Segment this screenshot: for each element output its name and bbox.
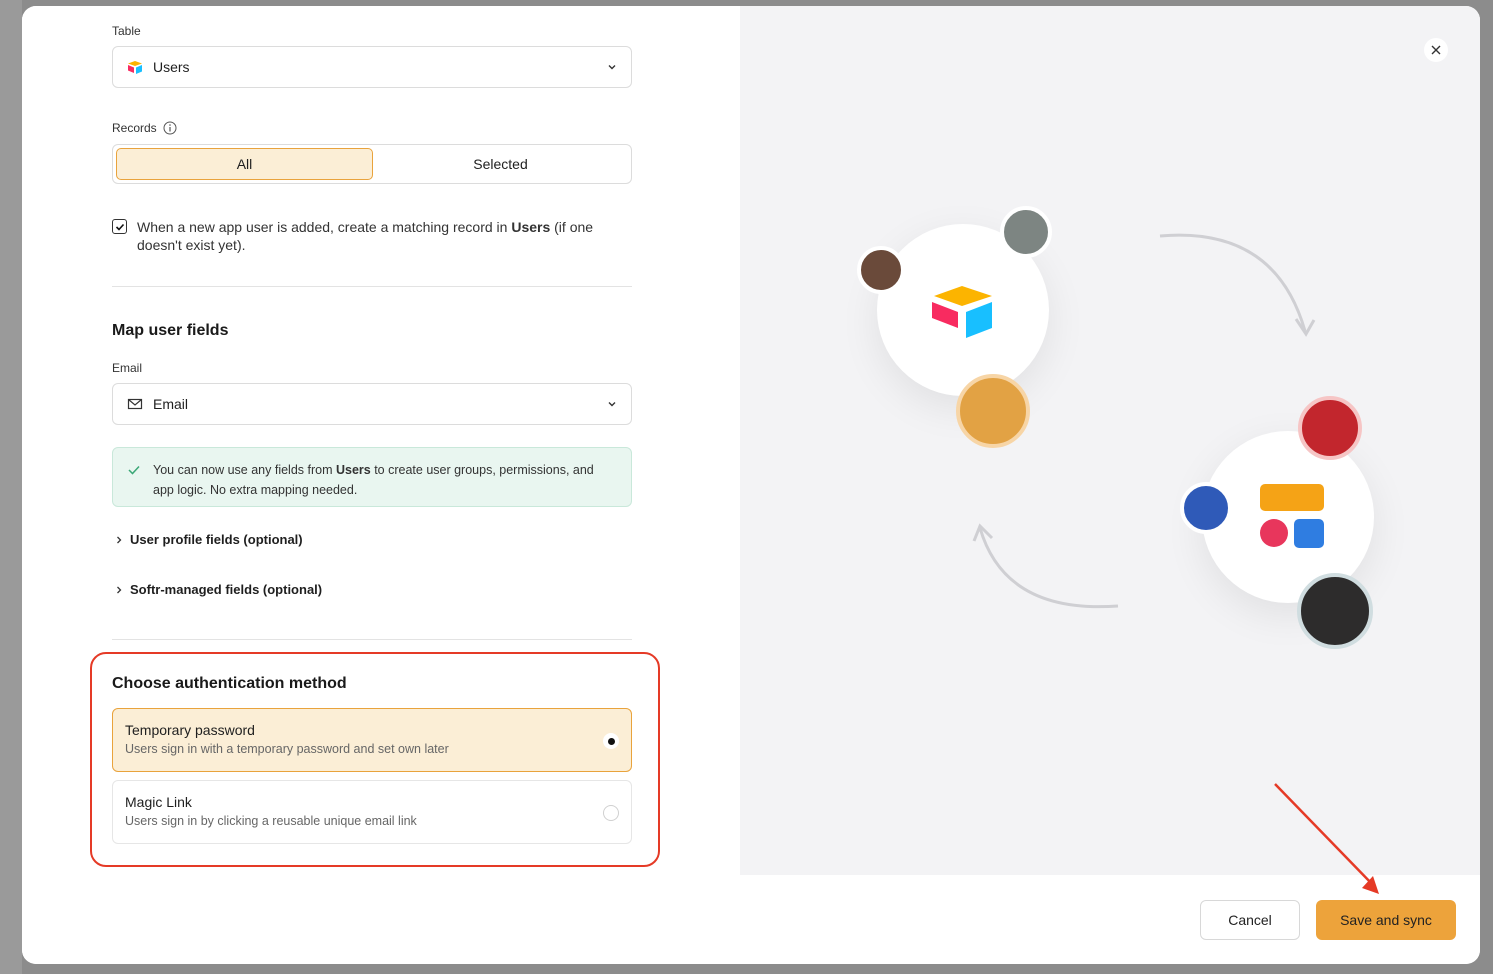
sync-illustration — [740, 6, 1480, 875]
settings-form: Table Users Records All Selected When a … — [22, 6, 740, 874]
radio-selected[interactable] — [603, 733, 619, 749]
records-option-all[interactable]: All — [116, 148, 373, 180]
auto-create-text-table: Users — [511, 219, 551, 235]
check-icon — [115, 223, 124, 231]
section-divider — [112, 639, 632, 640]
mapping-success-notice: You can now use any fields from Users to… — [112, 447, 632, 507]
section-divider — [112, 286, 632, 287]
user-profile-fields-toggle[interactable]: User profile fields (optional) — [114, 532, 303, 547]
save-and-sync-button[interactable]: Save and sync — [1316, 900, 1456, 940]
auth-option-magic-link[interactable]: Magic Link Users sign in by clicking a r… — [112, 780, 632, 844]
softr-managed-fields-label: Softr-managed fields (optional) — [130, 582, 323, 597]
softr-icon — [1260, 484, 1324, 548]
chevron-right-icon — [117, 586, 122, 593]
map-fields-heading: Map user fields — [112, 322, 229, 339]
email-field-select[interactable]: Email — [112, 383, 632, 425]
auto-create-text-pre: When a new app user is added, create a m… — [137, 219, 512, 235]
radio-unselected[interactable] — [603, 805, 619, 821]
records-label: Records — [112, 121, 157, 135]
close-icon — [1431, 45, 1441, 55]
auth-option-temporary-password[interactable]: Temporary password Users sign in with a … — [112, 708, 632, 772]
auth-method-heading: Choose authentication method — [112, 675, 347, 692]
avatar — [956, 374, 1030, 448]
user-profile-fields-label: User profile fields (optional) — [130, 532, 303, 547]
notice-text-pre: You can now use any fields from — [153, 463, 336, 477]
cancel-button[interactable]: Cancel — [1200, 900, 1300, 940]
softr-managed-fields-toggle[interactable]: Softr-managed fields (optional) — [114, 582, 322, 597]
close-button[interactable] — [1424, 38, 1448, 62]
table-label: Table — [112, 24, 141, 38]
email-field-value: Email — [153, 396, 189, 412]
records-segmented-control: All Selected — [112, 144, 632, 184]
background-app-strip — [0, 0, 22, 974]
avatar — [1000, 206, 1052, 258]
mail-icon — [127, 398, 143, 410]
airtable-icon — [932, 286, 992, 338]
auth-option-desc: Users sign in by clicking a reusable uni… — [125, 814, 417, 828]
auto-create-checkbox[interactable] — [112, 219, 127, 234]
chevron-right-icon — [117, 536, 122, 543]
airtable-icon — [128, 61, 142, 74]
avatar — [1297, 573, 1373, 649]
records-option-selected[interactable]: Selected — [373, 148, 628, 180]
auth-option-title: Magic Link — [125, 794, 192, 810]
chevron-down-icon — [608, 402, 616, 407]
auto-create-text: When a new app user is added, create a m… — [137, 218, 632, 254]
notice-text-table: Users — [335, 463, 371, 477]
table-select[interactable]: Users — [112, 46, 632, 88]
auto-create-row: When a new app user is added, create a m… — [112, 218, 632, 254]
notice-text: You can now use any fields from Users to… — [153, 460, 617, 497]
avatar — [1180, 482, 1232, 534]
check-icon — [128, 465, 140, 475]
avatar — [857, 246, 905, 294]
auth-option-desc: Users sign in with a temporary password … — [125, 742, 449, 756]
auth-option-title: Temporary password — [125, 722, 255, 738]
info-icon[interactable] — [163, 121, 177, 135]
chevron-down-icon — [608, 65, 616, 70]
email-label: Email — [112, 361, 143, 375]
avatar — [1298, 396, 1362, 460]
sync-settings-modal: Table Users Records All Selected When a … — [22, 6, 1480, 964]
sync-arrows-illustration — [972, 233, 1316, 609]
records-label-row: Records — [112, 121, 177, 135]
table-select-value: Users — [153, 59, 190, 75]
